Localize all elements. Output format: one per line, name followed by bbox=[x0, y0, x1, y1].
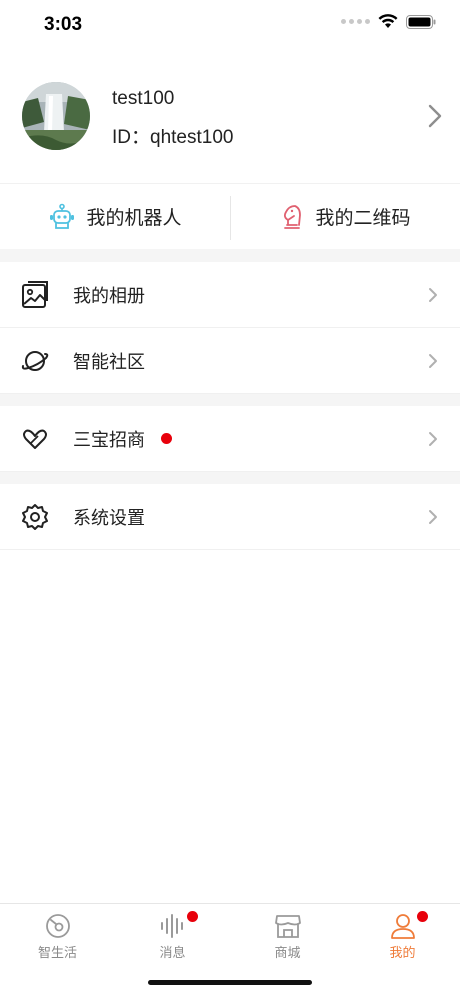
planet-icon bbox=[21, 351, 49, 371]
notification-badge bbox=[187, 911, 198, 922]
my-qrcode-label: 我的二维码 bbox=[315, 208, 411, 229]
gear-icon bbox=[22, 504, 48, 530]
avatar[interactable] bbox=[22, 82, 90, 150]
tab-label: 商城 bbox=[274, 945, 301, 960]
hearts-icon bbox=[23, 429, 47, 449]
tab-label: 我的 bbox=[389, 945, 416, 960]
chevron-right-icon bbox=[429, 432, 437, 446]
notification-badge bbox=[161, 433, 172, 444]
my-robot-label: 我的机器人 bbox=[86, 208, 182, 229]
divider bbox=[230, 196, 231, 240]
battery-icon bbox=[406, 14, 436, 29]
my-robot-button[interactable]: 我的机器人 bbox=[0, 184, 230, 249]
menu-item-settings[interactable]: 系统设置 bbox=[0, 484, 460, 550]
section-gap bbox=[0, 472, 460, 484]
status-bar: 3:03 bbox=[0, 0, 460, 50]
menu-label-sanbao: 三宝招商 bbox=[73, 429, 145, 450]
cellular-signal-icon bbox=[341, 19, 370, 24]
menu-label-album: 我的相册 bbox=[73, 285, 145, 306]
user-name: test100 bbox=[112, 88, 175, 109]
menu-label-community: 智能社区 bbox=[73, 351, 145, 372]
profile-header[interactable]: test100 ID：qhtest100 bbox=[0, 78, 460, 182]
tab-smart-life[interactable]: 智生活 bbox=[0, 904, 115, 964]
notification-badge bbox=[417, 911, 428, 922]
robot-icon bbox=[50, 203, 75, 229]
status-time: 3:03 bbox=[44, 14, 83, 35]
quick-actions: 我的机器人 我的二维码 bbox=[0, 183, 460, 249]
user-id: ID：qhtest100 bbox=[112, 127, 234, 148]
tab-shop[interactable]: 商城 bbox=[230, 904, 345, 964]
tab-label: 消息 bbox=[159, 945, 186, 960]
chevron-right-icon bbox=[429, 354, 437, 368]
tab-mine[interactable]: 我的 bbox=[345, 904, 460, 964]
home-indicator bbox=[148, 980, 312, 985]
wifi-icon bbox=[378, 14, 398, 28]
chess-knight-icon bbox=[284, 204, 302, 229]
photo-album-icon bbox=[22, 281, 48, 308]
sound-wave-icon bbox=[161, 914, 183, 938]
smart-life-icon bbox=[46, 914, 70, 938]
menu-item-album[interactable]: 我的相册 bbox=[0, 262, 460, 328]
menu-item-sanbao[interactable]: 三宝招商 bbox=[0, 406, 460, 472]
person-icon bbox=[391, 914, 415, 939]
tab-messages[interactable]: 消息 bbox=[115, 904, 230, 964]
chevron-right-icon[interactable] bbox=[428, 104, 442, 128]
section-gap bbox=[0, 249, 460, 262]
my-qrcode-button[interactable]: 我的二维码 bbox=[230, 184, 460, 249]
tab-label: 智生活 bbox=[37, 945, 77, 960]
menu-label-settings: 系统设置 bbox=[73, 507, 145, 528]
menu-item-community[interactable]: 智能社区 bbox=[0, 328, 460, 394]
chevron-right-icon bbox=[429, 510, 437, 524]
section-gap bbox=[0, 394, 460, 406]
chevron-right-icon bbox=[429, 288, 437, 302]
status-icons bbox=[341, 14, 436, 29]
shop-icon bbox=[275, 915, 301, 938]
